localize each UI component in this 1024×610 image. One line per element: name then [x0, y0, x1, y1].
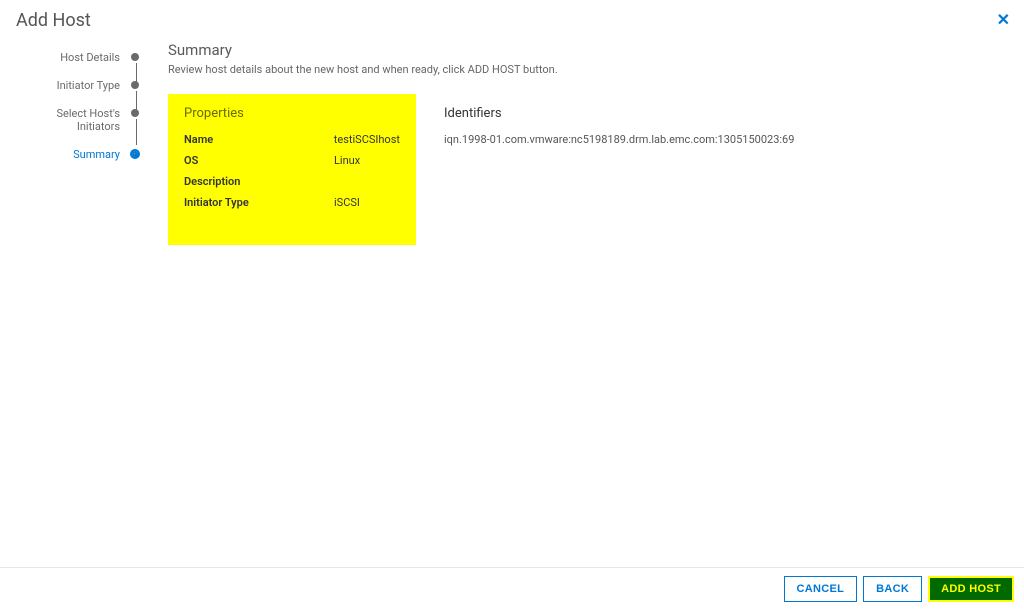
step-dot-icon [130, 149, 140, 159]
cancel-button[interactable]: CANCEL [784, 576, 858, 602]
identifier-value: iqn.1998-01.com.vmware:nc5198189.drm.lab… [444, 133, 846, 146]
step-connector [136, 119, 137, 145]
properties-panel: Properties Name testiSCSIhost OS Linux D… [168, 94, 416, 245]
property-label: OS [184, 154, 334, 167]
step-select-initiators[interactable]: Select Host's Initiators [0, 107, 140, 135]
step-host-details[interactable]: Host Details [0, 51, 140, 65]
close-icon[interactable]: ✕ [997, 10, 1010, 29]
property-row-os: OS Linux [184, 154, 400, 167]
property-row-initiator-type: Initiator Type iSCSI [184, 196, 400, 209]
summary-subtitle: Review host details about the new host a… [168, 63, 1000, 76]
step-label: Initiator Type [57, 79, 130, 93]
properties-heading: Properties [184, 106, 400, 121]
add-host-button[interactable]: ADD HOST [928, 576, 1014, 602]
property-value: Linux [334, 154, 360, 167]
dialog-footer: CANCEL BACK ADD HOST [0, 567, 1024, 610]
step-initiator-type[interactable]: Initiator Type [0, 79, 140, 93]
wizard-steps: Host Details Initiator Type Select Host'… [0, 37, 140, 245]
dialog-title: Add Host [0, 0, 1024, 37]
step-dot-icon [131, 81, 139, 89]
step-label: Summary [73, 148, 130, 162]
back-button[interactable]: BACK [863, 576, 922, 602]
property-label: Initiator Type [184, 196, 334, 209]
identifiers-heading: Identifiers [444, 106, 846, 121]
step-summary[interactable]: Summary [0, 148, 140, 162]
step-label: Select Host's Initiators [30, 107, 130, 135]
property-value: iSCSI [334, 196, 360, 209]
summary-heading: Summary [168, 41, 1000, 59]
property-row-name: Name testiSCSIhost [184, 133, 400, 146]
property-label: Name [184, 133, 334, 146]
property-row-description: Description [184, 175, 400, 188]
property-value: testiSCSIhost [334, 133, 400, 146]
step-dot-icon [131, 53, 139, 61]
step-label: Host Details [60, 51, 130, 65]
property-label: Description [184, 175, 334, 188]
identifiers-panel: Identifiers iqn.1998-01.com.vmware:nc519… [416, 94, 846, 245]
step-dot-icon [131, 109, 139, 117]
